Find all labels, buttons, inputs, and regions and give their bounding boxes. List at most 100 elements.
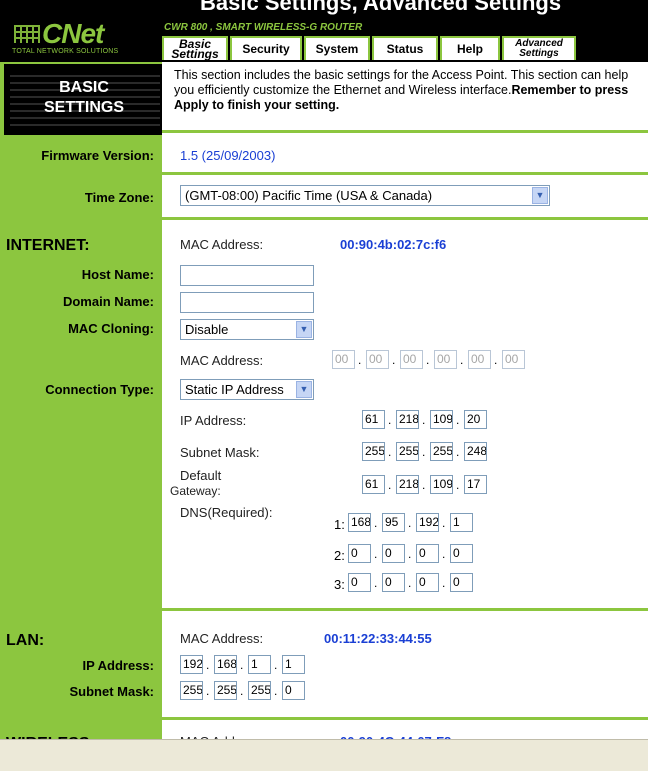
lan-mac-label: MAC Address:	[180, 631, 264, 646]
dns-octet[interactable]: 0	[450, 573, 473, 592]
tab-system[interactable]: System	[304, 36, 370, 60]
lan-ip-octet[interactable]: 1	[282, 655, 305, 674]
separator-dot: .	[388, 413, 392, 427]
separator-dot: .	[494, 353, 498, 367]
ip-octet[interactable]: 109	[430, 410, 453, 429]
clone-mac-octet[interactable]: 00	[502, 350, 525, 369]
dns-3-index: 3:	[334, 577, 345, 592]
chevron-down-icon[interactable]: ▼	[296, 381, 312, 398]
tab-help[interactable]: Help	[440, 36, 500, 60]
clone-mac-octet[interactable]: 00	[366, 350, 389, 369]
timezone-label: Time Zone:	[84, 190, 154, 205]
separator-dot: .	[206, 658, 210, 672]
lan-mask-octet[interactable]: 255	[214, 681, 237, 700]
separator	[162, 717, 648, 720]
gateway-octet[interactable]: 61	[362, 475, 385, 494]
ip-octet[interactable]: 20	[464, 410, 487, 429]
dns-octet[interactable]: 0	[348, 544, 371, 563]
logo-tagline: TOTAL NETWORK SOLUTIONS	[12, 48, 119, 55]
lan-ip-octet[interactable]: 168	[214, 655, 237, 674]
lan-mask-octet[interactable]: 0	[282, 681, 305, 700]
tab-advanced-settings[interactable]: Advanced Settings	[502, 36, 576, 60]
sidebar-title-line2: SETTINGS	[43, 99, 124, 116]
ip-octet[interactable]: 61	[362, 410, 385, 429]
dns-octet[interactable]: 0	[382, 544, 405, 563]
ip-octet[interactable]: 218	[396, 410, 419, 429]
lan-section-title: LAN:	[6, 632, 45, 649]
domain-name-label: Domain Name:	[62, 294, 154, 309]
main-content: This section includes the basic settings…	[162, 62, 648, 749]
mask-octet[interactable]: 248	[464, 442, 487, 461]
separator-dot: .	[206, 684, 210, 698]
chevron-down-icon[interactable]: ▼	[532, 187, 548, 204]
dns-octet[interactable]: 0	[416, 544, 439, 563]
sidebar-title-text: BASIC SETTINGS	[4, 78, 164, 118]
dns-1-index: 1:	[334, 517, 345, 532]
separator-dot: .	[274, 658, 278, 672]
timezone-value: (GMT-08:00) Pacific Time (USA & Canada)	[185, 188, 433, 203]
lan-ip-octet[interactable]: 1	[248, 655, 271, 674]
gateway-label-2: Gateway:	[170, 484, 221, 498]
tab-basic-settings[interactable]: Basic Settings	[162, 36, 228, 60]
separator-dot: .	[456, 413, 460, 427]
dns-octet[interactable]: 0	[348, 573, 371, 592]
tab-security[interactable]: Security	[230, 36, 302, 60]
dns-octet[interactable]: 168	[348, 513, 371, 532]
dns-octet[interactable]: 192	[416, 513, 439, 532]
separator-dot: .	[388, 445, 392, 459]
internet-section-title: INTERNET:	[6, 237, 90, 254]
top-band: Basic Settings, Advanced Settings	[0, 0, 648, 20]
host-name-input[interactable]	[180, 265, 314, 286]
gateway-octet[interactable]: 109	[430, 475, 453, 494]
lan-ip-label: IP Address:	[82, 658, 154, 673]
domain-name-input[interactable]	[180, 292, 314, 313]
separator-dot: .	[408, 547, 412, 561]
header: CNet TOTAL NETWORK SOLUTIONS CWR 800 , S…	[0, 18, 648, 62]
clone-mac-octet[interactable]: 00	[400, 350, 423, 369]
tab-status[interactable]: Status	[372, 36, 438, 60]
mac-cloning-label: MAC Cloning:	[68, 321, 154, 336]
clone-mac-label: MAC Address:	[180, 353, 264, 368]
separator-dot: .	[460, 353, 464, 367]
clone-mac-octet[interactable]: 00	[468, 350, 491, 369]
dns-octet[interactable]: 0	[416, 573, 439, 592]
tab-label-2: Settings	[171, 47, 219, 61]
separator-dot: .	[442, 516, 446, 530]
logo-grid-icon	[14, 25, 40, 43]
dns-octet[interactable]: 1	[450, 513, 473, 532]
separator-dot: .	[358, 353, 362, 367]
connection-type-select[interactable]: Static IP Address ▼	[180, 379, 314, 400]
chevron-down-icon[interactable]: ▼	[296, 321, 312, 338]
separator-dot: .	[422, 445, 426, 459]
mask-octet[interactable]: 255	[362, 442, 385, 461]
mask-octet[interactable]: 255	[430, 442, 453, 461]
separator-dot: .	[408, 576, 412, 590]
mask-octet[interactable]: 255	[396, 442, 419, 461]
separator	[162, 608, 648, 611]
sidebar-title: BASIC SETTINGS	[4, 64, 164, 135]
gateway-octet[interactable]: 17	[464, 475, 487, 494]
dns-octet[interactable]: 0	[382, 573, 405, 592]
lan-ip-octet[interactable]: 192	[180, 655, 203, 674]
gateway-octet[interactable]: 218	[396, 475, 419, 494]
host-name-label: Host Name:	[81, 267, 154, 282]
browser-status-bar	[0, 739, 648, 771]
mac-cloning-value: Disable	[185, 322, 229, 337]
mac-cloning-select[interactable]: Disable ▼	[180, 319, 314, 340]
top-band-text: Basic Settings, Advanced Settings	[200, 0, 562, 15]
lan-mask-octet[interactable]: 255	[248, 681, 271, 700]
separator-dot: .	[422, 413, 426, 427]
separator-dot: .	[240, 684, 244, 698]
lan-mask-octet[interactable]: 255	[180, 681, 203, 700]
clone-mac-octet[interactable]: 00	[434, 350, 457, 369]
dns-label: DNS(Required):	[180, 505, 273, 520]
timezone-select[interactable]: (GMT-08:00) Pacific Time (USA & Canada) …	[180, 185, 550, 206]
separator-dot: .	[392, 353, 396, 367]
logo-brand: CNet	[42, 18, 104, 49]
lan-mask-label: Subnet Mask:	[69, 684, 154, 699]
lan-mac-value: 00:11:22:33:44:55	[324, 631, 432, 646]
firmware-value: 1.5 (25/09/2003)	[180, 148, 276, 163]
clone-mac-octet[interactable]: 00	[332, 350, 355, 369]
dns-octet[interactable]: 95	[382, 513, 405, 532]
dns-octet[interactable]: 0	[450, 544, 473, 563]
